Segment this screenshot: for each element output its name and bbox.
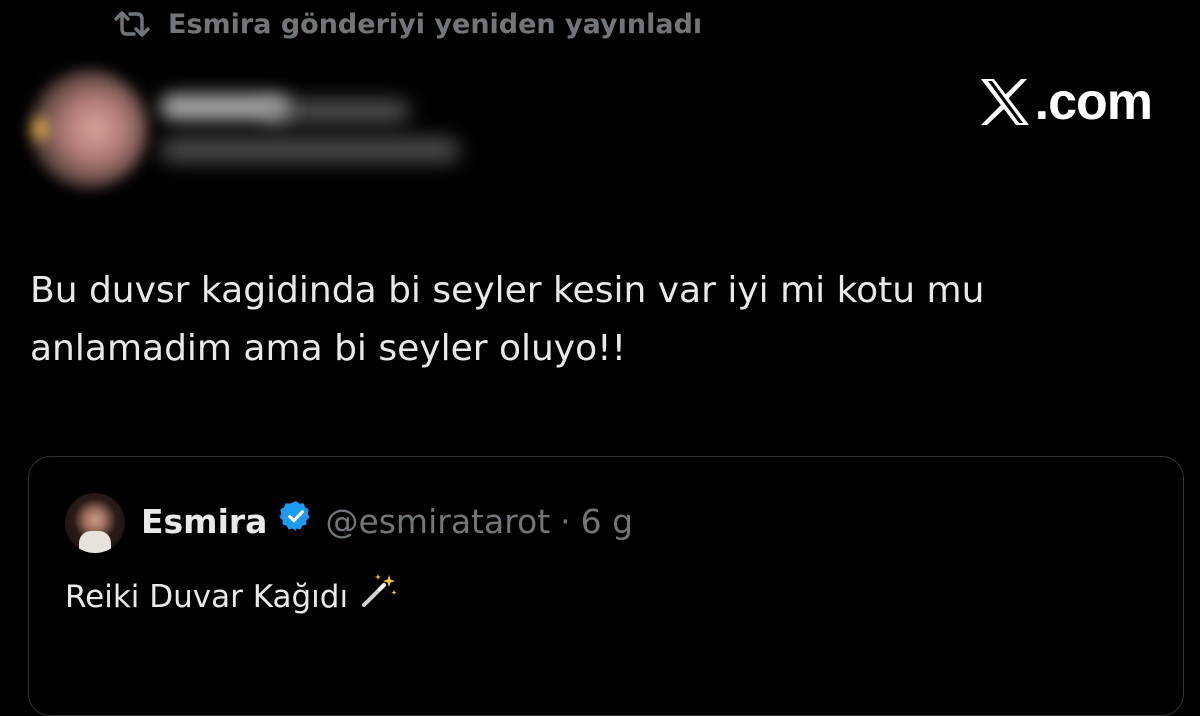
quote-timestamp[interactable]: 6 g bbox=[581, 500, 633, 544]
repost-indicator[interactable]: Esmira gönderiyi yeniden yayınladı bbox=[112, 4, 702, 44]
watermark-domain: .com bbox=[1034, 73, 1153, 131]
author-avatar[interactable] bbox=[30, 70, 148, 188]
author-handle-blurred[interactable] bbox=[160, 138, 460, 162]
quote-author-name[interactable]: Esmira bbox=[141, 500, 267, 544]
quote-text: Reiki Duvar Kağıdı bbox=[65, 579, 349, 615]
quoted-tweet-card[interactable]: Esmira @esmiratarot · 6 g Reiki Duvar Ka… bbox=[28, 456, 1184, 716]
quote-author-handle[interactable]: @esmiratarot bbox=[325, 500, 550, 544]
magic-wand-icon bbox=[358, 571, 398, 623]
quote-author-avatar[interactable] bbox=[65, 493, 125, 553]
quote-text-row: Reiki Duvar Kağıdı bbox=[65, 571, 398, 623]
watermark: .com bbox=[979, 73, 1153, 131]
quote-meta: @esmiratarot · 6 g bbox=[325, 500, 633, 544]
x-logo-icon bbox=[979, 77, 1031, 127]
tweet-text: Bu duvsr kagidinda bi seyler kesin var i… bbox=[30, 270, 985, 369]
repost-label: Esmira gönderiyi yeniden yayınladı bbox=[168, 8, 703, 40]
verified-badge-icon bbox=[279, 499, 313, 544]
meta-separator: · bbox=[560, 501, 571, 541]
author-name-blurred-secondary bbox=[260, 100, 410, 122]
quote-author-header: Esmira @esmiratarot · 6 g bbox=[141, 499, 633, 544]
repost-icon bbox=[112, 9, 152, 39]
